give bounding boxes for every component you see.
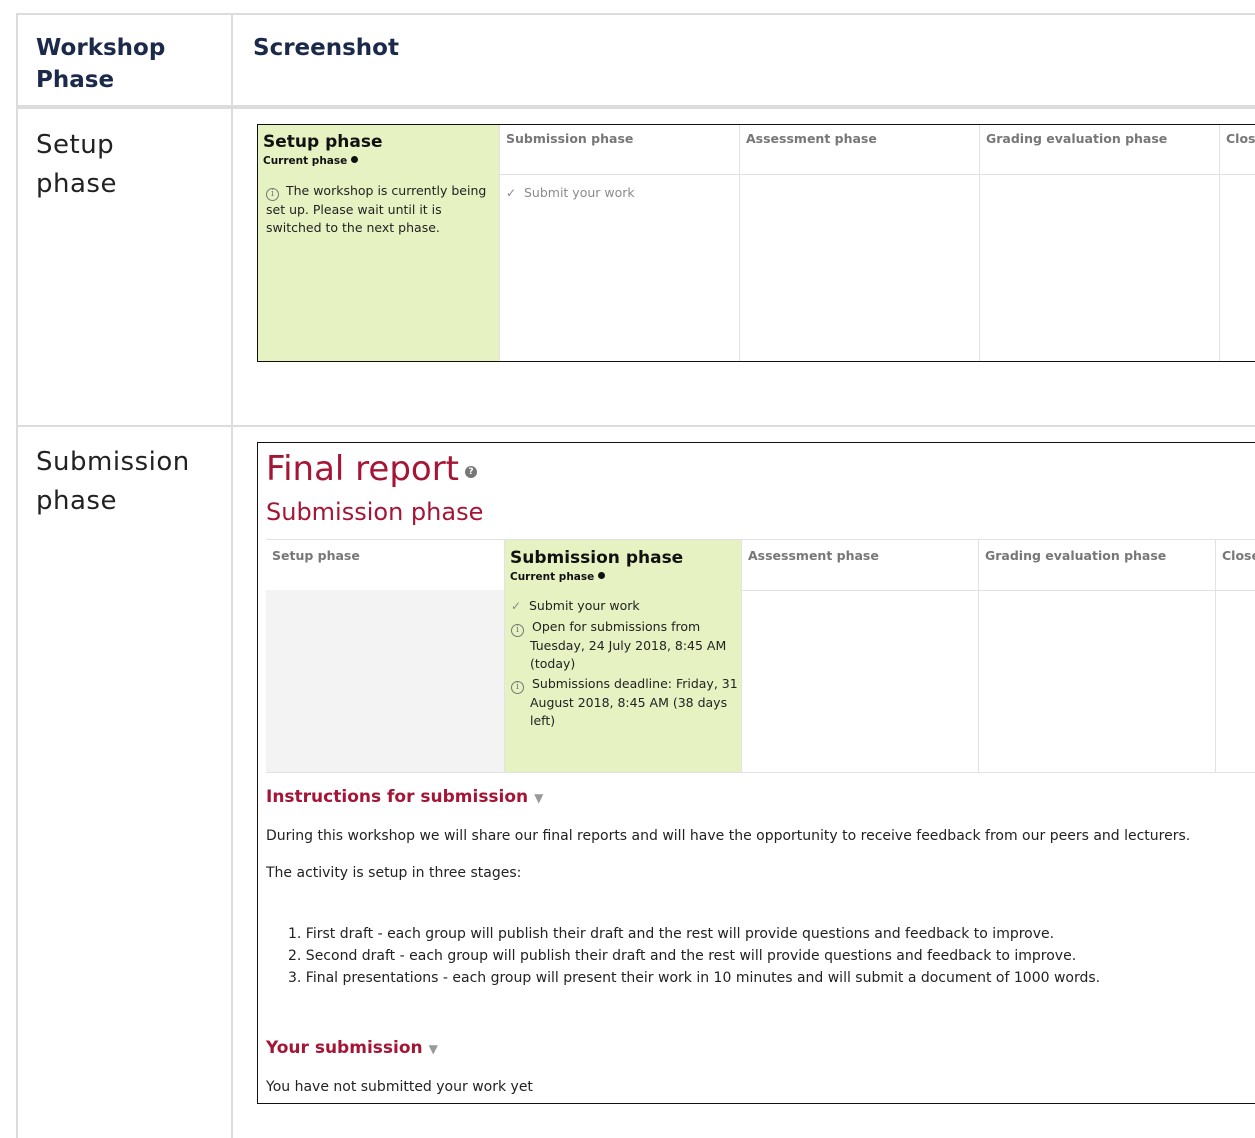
- task-submit-work[interactable]: ✓ Submit your work: [511, 597, 733, 615]
- phase-heading: Closed: [1222, 548, 1255, 563]
- phase-separator: [980, 174, 1219, 175]
- row-divider: [16, 425, 1255, 427]
- current-dot-icon: [351, 156, 359, 163]
- phase-separator: [740, 174, 979, 175]
- instructions-paragraph-1: During this workshop we will share our f…: [266, 828, 1191, 844]
- check-icon: ✓: [506, 186, 517, 200]
- setup-phase-screenshot: Setup phase Current phase i The workshop…: [257, 124, 1255, 362]
- phase-separator: [1220, 174, 1255, 175]
- phase-planner: Setup phase Submission phase Current pha…: [266, 539, 1255, 773]
- current-dot-icon: [598, 572, 606, 579]
- instructions-heading[interactable]: Instructions for submission ▼: [266, 787, 543, 807]
- phase-column-grading: Grading evaluation phase: [978, 540, 1215, 772]
- header-workshop-phase: Workshop Phase: [36, 35, 166, 93]
- phase-heading: Assessment phase: [748, 548, 879, 563]
- phase-column-grading: Grading evaluation phase: [979, 125, 1219, 361]
- phase-separator: [500, 174, 739, 175]
- caret-down-icon: ▼: [534, 791, 544, 805]
- setup-info: i The workshop is currently being set up…: [266, 183, 487, 235]
- submission-phase-screenshot: Final report? Submission phase Setup pha…: [257, 442, 1255, 1104]
- stages-list: 1. First draft - each group will publish…: [288, 923, 1100, 989]
- phase-column-setup: Setup phase: [266, 540, 504, 772]
- phase-heading: Assessment phase: [746, 131, 877, 146]
- phase-column-closed: Closed: [1215, 540, 1255, 772]
- phase-heading: Submission phase: [506, 131, 634, 146]
- header-divider: [16, 105, 1255, 109]
- page-subtitle: Submission phase: [266, 498, 484, 526]
- phase-heading: Closed: [1226, 131, 1255, 146]
- phase-column-assessment: Assessment phase: [739, 125, 979, 361]
- info-icon: i: [511, 681, 524, 694]
- phase-heading: Grading evaluation phase: [986, 131, 1168, 146]
- task-open-submissions: i Open for submissions from Tuesday, 24 …: [511, 618, 752, 673]
- info-icon: i: [266, 188, 279, 201]
- phase-column-assessment: Assessment phase: [741, 540, 978, 772]
- phase-column-submission: Submission phase ✓ Submit your work: [499, 125, 739, 361]
- phase-body: [266, 590, 504, 772]
- current-phase-label: Current phase: [263, 155, 359, 167]
- active-phase-title: Setup phase: [263, 132, 383, 152]
- current-phase-label: Current phase: [510, 571, 606, 583]
- info-icon: i: [511, 624, 524, 637]
- phase-heading: Setup phase: [272, 548, 360, 563]
- caret-down-icon: ▼: [428, 1042, 438, 1056]
- your-submission-heading[interactable]: Your submission ▼: [266, 1038, 438, 1058]
- submit-task: ✓ Submit your work: [506, 185, 635, 200]
- list-item: 3. Final presentations - each group will…: [288, 970, 1101, 986]
- check-icon: ✓: [511, 599, 522, 613]
- phase-separator: [979, 590, 1215, 591]
- instructions-paragraph-2: The activity is setup in three stages:: [266, 865, 522, 881]
- list-item: 2. Second draft - each group will publis…: [288, 948, 1077, 964]
- header-screenshot: Screenshot: [253, 35, 399, 61]
- phase-column-closed: Closed: [1219, 125, 1255, 361]
- phase-column-setup: Setup phase Current phase i The workshop…: [258, 125, 499, 361]
- column-divider: [231, 13, 233, 1138]
- phase-heading: Grading evaluation phase: [985, 548, 1167, 563]
- row-label-setup: Setup phase: [36, 130, 117, 199]
- page-title: Final report?: [266, 449, 478, 489]
- help-icon[interactable]: ?: [465, 466, 478, 478]
- task-deadline: i Submissions deadline: Friday, 31 Augus…: [511, 675, 752, 730]
- no-submission-text: You have not submitted your work yet: [266, 1079, 533, 1095]
- phase-separator: [742, 590, 978, 591]
- phase-separator: [1216, 590, 1255, 591]
- phase-column-submission: Submission phase Current phase ✓ Submit …: [504, 540, 741, 772]
- row-label-submission: Submission phase: [36, 447, 190, 516]
- active-phase-title: Submission phase: [510, 548, 684, 568]
- list-item: 1. First draft - each group will publish…: [288, 926, 1055, 942]
